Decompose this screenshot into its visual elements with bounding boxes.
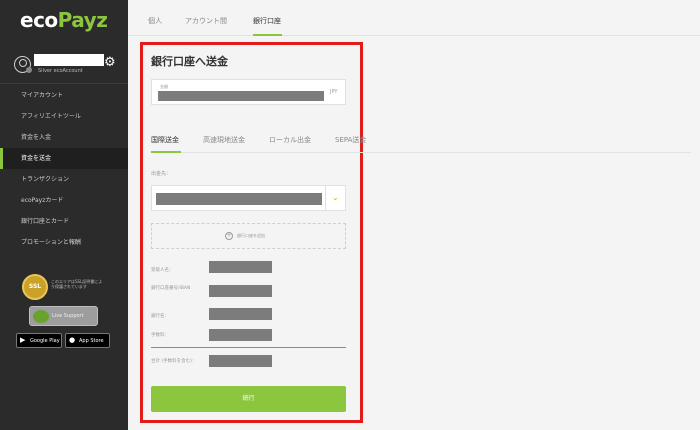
sidebar: ecoPayz Silver ecoAccount ⚙ マイアカウント アフィリ… [0,0,128,430]
sidebar-item-deposit[interactable]: 資金を入金 [0,127,128,148]
amount-field[interactable]: 金額 JPY [151,79,346,105]
active-sub-tab-indicator [151,151,181,153]
destination-select[interactable]: ⌄ [151,185,346,211]
active-tab-indicator [253,34,282,36]
profile-block: Silver ecoAccount ⚙ [14,54,124,78]
total-value-redacted [209,355,272,367]
beneficiary-value-redacted [209,261,272,273]
sidebar-item-affiliate-tools[interactable]: アフィリエイトツール [0,106,128,127]
bank-transfer-panel: 銀行口座へ送金 金額 JPY 国際送金 高速現地送金 ローカル出金 SEPA送金… [140,42,691,423]
add-bank-account-button[interactable]: + 銀行口座を追加 [151,223,346,249]
sidebar-item-ecopayz-card[interactable]: ecoPayzカード [0,190,128,211]
live-support-label: Live Support [52,313,84,319]
plus-circle-icon: + [225,232,233,240]
fee-value-redacted [209,329,272,341]
tab-bank-account[interactable]: 銀行口座 [253,16,281,26]
page-title: 銀行口座へ送金 [151,55,228,68]
tab-between-accounts[interactable]: アカウント間 [185,16,227,26]
logo-accent: Payz [57,8,108,32]
account-iban-label: 銀行口座番号/IBAN [151,286,191,291]
tab-fast-local-transfer[interactable]: 高速現地送金 [203,135,245,145]
ssl-seal-icon: SSL [22,274,48,300]
account-iban-value-redacted [209,285,272,297]
sub-tabs-divider [151,152,691,153]
account-type: Silver ecoAccount [38,68,83,74]
beneficiary-label: 受取人名： [151,268,174,273]
avatar-badge-icon [26,67,32,73]
bank-name-label: 銀行名： [151,314,169,319]
sidebar-item-my-account[interactable]: マイアカウント [0,85,128,106]
total-label: 合計 (手数料を含む)： [151,359,197,364]
live-support-button[interactable]: Live Support [29,306,98,326]
main-content: 個人 アカウント間 銀行口座 銀行口座へ送金 金額 JPY 国際送金 高速現地送… [128,0,700,430]
gear-icon[interactable]: ⚙ [104,56,116,69]
currency-label: JPY [330,89,338,95]
chevron-down-icon[interactable]: ⌄ [332,193,339,202]
amount-value-redacted [158,91,324,101]
logo-main: eco [20,8,58,32]
username-redacted [34,54,104,66]
destination-label: 出金先： [151,171,172,177]
top-tabs: 個人 アカウント間 銀行口座 [128,0,700,36]
tab-local-withdrawal[interactable]: ローカル出金 [269,135,311,145]
ssl-text: このエリアはSSL証明書により保護されています [51,279,103,289]
ssl-block: SSL このエリアはSSL証明書により保護されています [22,274,122,300]
sidebar-item-promotions[interactable]: プロモーションと報酬 [0,232,128,253]
tab-personal[interactable]: 個人 [148,16,162,26]
app-root: ecoPayz Silver ecoAccount ⚙ マイアカウント アフィリ… [0,0,700,430]
ecopayz-logo[interactable]: ecoPayz [20,8,108,32]
sidebar-nav: マイアカウント アフィリエイトツール 資金を入金 資金を送金 トランザクション … [0,85,128,253]
google-play-badge[interactable]: ▶ Google Play [16,333,62,348]
chat-bubble-icon [33,310,49,323]
add-bank-label: 銀行口座を追加 [237,233,265,238]
bank-name-value-redacted [209,308,272,320]
google-play-label: Google Play [30,338,60,344]
fee-label: 手数料： [151,333,169,338]
sidebar-item-bank-accounts-cards[interactable]: 銀行口座とカード [0,211,128,232]
sidebar-item-transactions[interactable]: トランザクション [0,169,128,190]
app-store-badge[interactable]: ● App Store [65,333,110,348]
app-store-label: App Store [79,338,104,344]
tab-international-transfer[interactable]: 国際送金 [151,135,179,145]
apple-icon: ● [69,336,76,344]
google-play-icon: ▶ [20,336,26,344]
sidebar-divider [0,83,128,84]
continue-button[interactable]: 続行 [151,386,346,412]
tab-sepa-transfer[interactable]: SEPA送金 [335,135,366,145]
transfer-type-tabs: 国際送金 高速現地送金 ローカル出金 SEPA送金 [151,131,691,153]
destination-value-redacted [156,193,322,205]
amount-label: 金額 [160,84,168,89]
sidebar-item-send-money[interactable]: 資金を送金 [0,148,128,169]
total-divider [151,347,346,348]
select-separator [325,186,326,210]
